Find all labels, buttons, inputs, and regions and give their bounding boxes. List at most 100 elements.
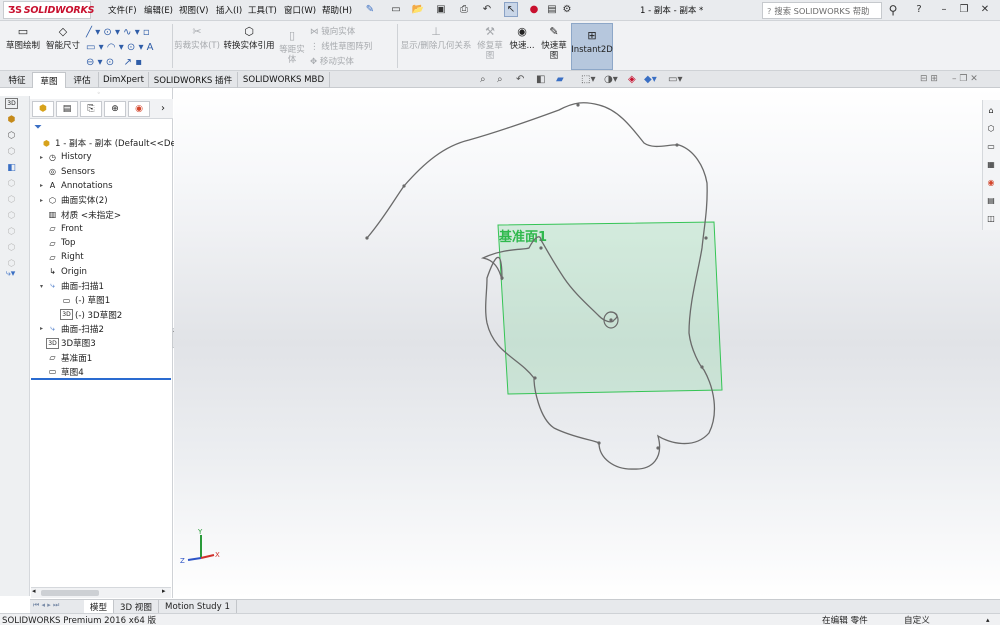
restore-icon[interactable]: ❐ (957, 2, 971, 17)
menu-tools[interactable]: 工具(T) (248, 4, 277, 16)
instant2d-button[interactable]: ⊞ Instant2D (571, 23, 613, 70)
sketch-point[interactable] (704, 236, 708, 240)
solidworks-logo[interactable]: ƷS SOLIDWORKS (3, 1, 94, 19)
sketch-point[interactable] (539, 246, 543, 250)
tree-item[interactable]: ▥ 材质 <未指定> (31, 208, 121, 222)
search-box[interactable]: ? 搜索 SOLIDWORKS 帮助 (762, 2, 882, 19)
tab-addins[interactable]: SOLIDWORKS 插件 (149, 72, 238, 88)
status-dropdown-icon[interactable]: ▴ (986, 616, 990, 624)
line-rectangle-circle-tools[interactable]: ╱ ▾ ⊙ ▾ ∿ ▾ ▫ (86, 25, 171, 40)
tree-item[interactable]: ▱ Top (31, 236, 75, 250)
tree-item[interactable]: ▭ (-) 草图1 (31, 293, 110, 307)
displaymanager-tab-icon[interactable]: ◉ (128, 101, 150, 117)
zoom-to-fit-icon[interactable]: ⌕ (480, 74, 486, 88)
view-icon[interactable]: ⬡ (5, 194, 18, 205)
appearance-icon[interactable]: ◧ (5, 162, 18, 173)
zoom-area-icon[interactable]: ⌕ (497, 74, 503, 88)
filter-icon[interactable]: ⏷ (34, 122, 42, 133)
forum-icon[interactable]: ◫ (984, 211, 998, 225)
featuremanager-tab-icon[interactable]: ⬢ (32, 101, 54, 117)
expand-toggle-icon[interactable]: ▾ (37, 283, 46, 290)
close-icon[interactable]: ✕ (978, 2, 992, 17)
print-icon[interactable]: ⎙ (457, 2, 471, 17)
tree-item[interactable]: ▱ Front (31, 222, 82, 236)
tab-motion-study[interactable]: Motion Study 1 (159, 600, 237, 613)
tree-item[interactable]: 3D 3D草图3 (31, 336, 96, 350)
rebuild-icon[interactable]: ● (527, 2, 541, 17)
open-icon[interactable]: 📂 (411, 2, 425, 17)
view-settings-icon[interactable]: ▭▾ (668, 74, 682, 88)
tab-dimxpert[interactable]: DimXpert (99, 72, 149, 88)
menu-window[interactable]: 窗口(W) (284, 4, 316, 16)
curve-tools-icon[interactable]: ⤷▾ (4, 268, 17, 279)
tree-item[interactable]: ▸ ⤷ 曲面-扫描2 (31, 322, 104, 336)
sketch-button[interactable]: ▭ 草图绘制 (4, 25, 42, 51)
tree-item[interactable]: 3D (-) 3D草图2 (31, 308, 122, 322)
tree-item[interactable]: ▭ 草图4 (31, 365, 84, 379)
reference-plane[interactable] (497, 221, 723, 395)
panel-grip-icon[interactable]: ◦ (97, 90, 101, 97)
sketch-modify-tools[interactable]: ⋈ 镜向实体 ⋮ 线性草图阵列 ✥ 移动实体 (310, 25, 395, 70)
sketch-entity-palette[interactable]: ╱ ▾ ⊙ ▾ ∿ ▾ ▫ ▭ ▾ ◠ ▾ ⊙ ▾ A ⊖ ▾ ⊙ ↗ ▪ (86, 25, 171, 69)
rapid-sketch-button[interactable]: ✎ 快速草 图 (539, 25, 569, 61)
scroll-left-icon[interactable]: ◂ (32, 587, 36, 595)
linear-pattern-button[interactable]: ⋮ 线性草图阵列 (310, 40, 395, 55)
propertymanager-tab-icon[interactable]: ▤ (56, 101, 78, 117)
help-question-icon[interactable]: ? (912, 2, 926, 17)
tree-item[interactable]: ▾ ⤷ 曲面-扫描1 (31, 279, 104, 293)
tree-item[interactable]: ⬢ 1 - 副本 - 副本 (Default<<Def... (31, 136, 186, 150)
trim-button[interactable]: ✂ 剪裁实体(T) (174, 25, 220, 51)
dimxpertmanager-tab-icon[interactable]: ⊕ (104, 101, 126, 117)
edit-appearance-icon[interactable]: ◆▾ (644, 74, 657, 88)
sketch-point[interactable] (402, 184, 406, 188)
chevron-right-icon[interactable]: › (161, 103, 165, 114)
graphics-area[interactable]: 基准面1 Y X Z (174, 88, 1000, 598)
menu-help[interactable]: 帮助(H) (322, 4, 352, 16)
tree-item[interactable]: ▱ Right (31, 250, 83, 264)
hide-show-icon[interactable]: ◈ (628, 74, 636, 88)
3d-sketch-icon[interactable]: 3D (5, 98, 18, 109)
repair-sketch-button[interactable]: ⚒ 修复草 图 (475, 25, 505, 61)
pin-icon[interactable]: ✎ (363, 2, 377, 17)
tree-item[interactable]: ▸ A Annotations (31, 179, 113, 193)
tree-item[interactable]: ▱ 基准面1 (31, 351, 92, 365)
sketch-point[interactable] (609, 318, 613, 322)
home-icon[interactable]: ⌂ (984, 103, 998, 117)
dynamic-annotation-icon[interactable]: ▰ (556, 74, 564, 88)
expand-toggle-icon[interactable]: ▸ (37, 182, 46, 189)
previous-view-icon[interactable]: ↶ (516, 74, 524, 88)
tree-item[interactable]: ↳ Origin (31, 265, 87, 279)
tab-sketch[interactable]: 草图 (33, 72, 66, 88)
options-gear-icon[interactable]: ⚙ (560, 2, 574, 17)
scene-icon[interactable]: ⬡ (5, 242, 18, 253)
tab-3d-views[interactable]: 3D 视图 (114, 600, 159, 613)
sketch-point[interactable] (533, 376, 537, 380)
display-icon[interactable]: ⬡ (5, 226, 18, 237)
rollback-bar[interactable] (31, 378, 171, 380)
section-icon[interactable]: ⬡ (5, 210, 18, 221)
mirror-entities-button[interactable]: ⋈ 镜向实体 (310, 25, 395, 40)
display-relations-button[interactable]: ⊥ 显示/删除几何关系 (400, 25, 472, 51)
search-input[interactable]: 搜索 SOLIDWORKS 帮助 (774, 5, 869, 17)
sketch-point[interactable] (675, 143, 679, 147)
convert-entities-button[interactable]: ⬡ 转换实体引用 (222, 25, 276, 51)
tree-item[interactable]: ◎ Sensors (31, 165, 95, 179)
tab-model[interactable]: 模型 (84, 600, 114, 613)
configurationmanager-tab-icon[interactable]: ⎘ (80, 101, 102, 117)
appearances-icon[interactable]: ◉ (984, 175, 998, 189)
menu-insert[interactable]: 插入(I) (216, 4, 242, 16)
section-view-icon[interactable]: ◧ (536, 74, 545, 88)
split-view-icon[interactable]: ⊟ ⊞ (920, 74, 938, 84)
tab-features[interactable]: 特征 (2, 72, 33, 88)
design-library-icon[interactable]: ⬡ (984, 121, 998, 135)
menu-edit[interactable]: 编辑(E) (144, 4, 173, 16)
search-icon[interactable]: ⚲ (886, 2, 900, 17)
file-explorer-icon[interactable]: ▭ (984, 139, 998, 153)
scroll-right-icon[interactable]: ▸ (162, 587, 166, 595)
sketch-point[interactable] (597, 441, 601, 445)
sketch-point[interactable] (700, 365, 704, 369)
menu-file[interactable]: 文件(F) (108, 4, 137, 16)
save-icon[interactable]: ▣ (434, 2, 448, 17)
assembly-icon[interactable]: ⬡ (5, 146, 18, 157)
offset-entities-button[interactable]: ▯ 等距实 体 (278, 29, 306, 65)
